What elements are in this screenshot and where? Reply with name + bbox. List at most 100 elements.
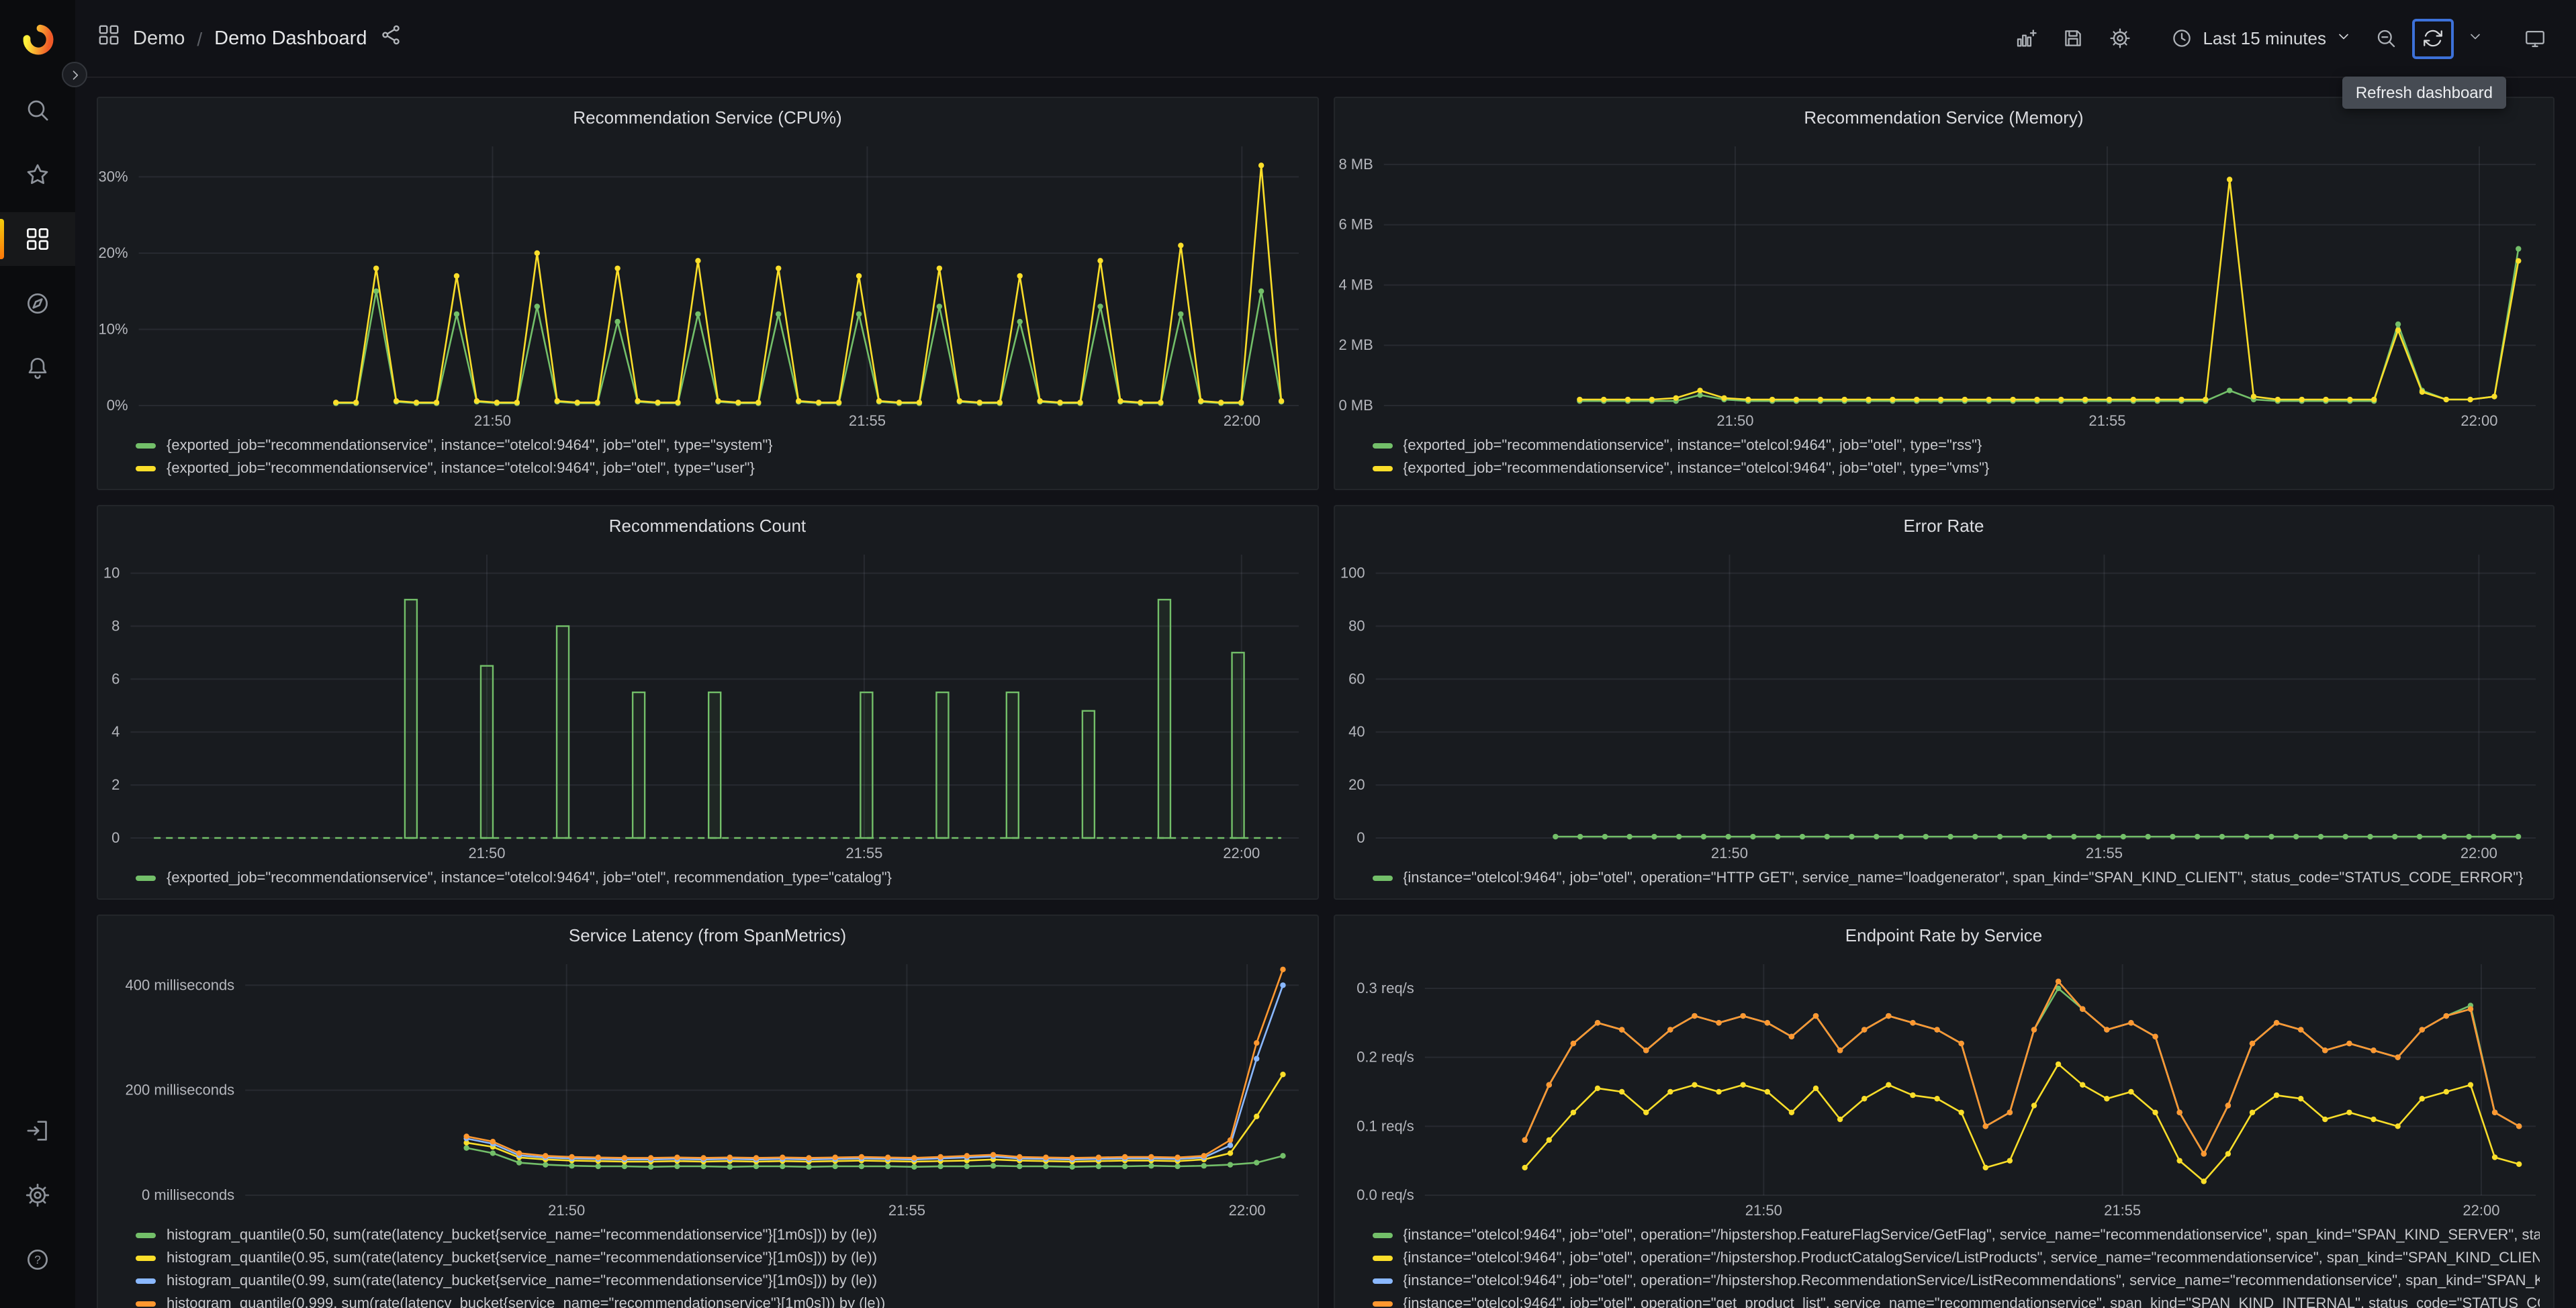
gear-icon xyxy=(2109,28,2130,48)
sidebar-item-search[interactable] xyxy=(0,83,75,137)
legend-item[interactable]: {instance="otelcol:9464", job="otel", op… xyxy=(1372,1292,2540,1308)
legend-label: {instance="otelcol:9464", job="otel", op… xyxy=(1403,1295,2540,1308)
sidebar-item-help[interactable]: ? xyxy=(0,1233,75,1287)
svg-text:?: ? xyxy=(34,1253,41,1266)
chart-error[interactable]: 0 20 40 60 80 100 21:50 21:55 22:00 xyxy=(1334,544,2553,865)
svg-text:21:55: 21:55 xyxy=(2103,1202,2140,1219)
legend-item[interactable]: histogram_quantile(0.50, sum(rate(latenc… xyxy=(136,1223,1303,1246)
legend-item[interactable]: {instance="otelcol:9464", job="otel", op… xyxy=(1372,866,2540,889)
panel-title: Service Latency (from SpanMetrics) xyxy=(568,925,847,945)
sidebar-item-alerting[interactable] xyxy=(0,341,75,395)
legend-swatch xyxy=(1372,1278,1392,1283)
panel-header-endpoint[interactable]: Endpoint Rate by Service xyxy=(1334,916,2553,953)
panel-header-latency[interactable]: Service Latency (from SpanMetrics) xyxy=(98,916,1317,953)
panel-header-error[interactable]: Error Rate xyxy=(1334,506,2553,544)
legend-label: {exported_job="recommendationservice", i… xyxy=(167,460,755,476)
legend-label: {exported_job="recommendationservice", i… xyxy=(1403,437,1982,453)
svg-text:40: 40 xyxy=(1348,723,1364,740)
panel-title: Recommendation Service (Memory) xyxy=(1804,107,2084,127)
active-indicator xyxy=(0,219,4,259)
search-icon xyxy=(28,100,48,121)
legend-label: {instance="otelcol:9464", job="otel", op… xyxy=(1403,1272,2540,1289)
refresh-button[interactable] xyxy=(2412,18,2454,58)
dashboards-icon[interactable] xyxy=(97,23,121,54)
svg-text:8: 8 xyxy=(111,617,120,634)
sidebar-item-sign-in[interactable] xyxy=(0,1104,75,1158)
legend-item[interactable]: {exported_job="recommendationservice", i… xyxy=(1372,434,2540,457)
refresh-interval-dropdown[interactable] xyxy=(2460,18,2490,58)
svg-text:0: 0 xyxy=(1356,829,1364,846)
sign-in-icon xyxy=(27,1121,47,1141)
refresh-icon xyxy=(2424,30,2442,47)
svg-text:2: 2 xyxy=(111,776,120,793)
legend-item[interactable]: {instance="otelcol:9464", job="otel", op… xyxy=(1372,1223,2540,1246)
clock-icon xyxy=(2173,30,2191,47)
legend-item[interactable]: {exported_job="recommendationservice", i… xyxy=(136,434,1303,457)
svg-text:10%: 10% xyxy=(99,320,128,337)
share-dashboard-icon[interactable] xyxy=(379,23,403,54)
panel-header-cpu[interactable]: Recommendation Service (CPU%) xyxy=(98,98,1317,136)
chevron-right-icon xyxy=(72,70,78,79)
legend-item[interactable]: {exported_job="recommendationservice", i… xyxy=(136,866,1303,889)
chart-endpoint[interactable]: 0.0 req/s 0.1 req/s 0.2 req/s 0.3 req/s 21:5… xyxy=(1334,953,2553,1222)
svg-text:21:55: 21:55 xyxy=(849,412,886,429)
chart-count[interactable]: 0 2 4 6 8 10 21:50 21:55 22:00 xyxy=(98,544,1317,865)
svg-text:22:00: 22:00 xyxy=(2460,845,2497,861)
chart-latency[interactable]: 0 milliseconds 200 milliseconds 400 millis… xyxy=(98,953,1317,1222)
sidebar-item-starred[interactable] xyxy=(0,148,75,201)
breadcrumb: Demo / Demo Dashboard xyxy=(97,23,403,54)
gear-icon xyxy=(26,1183,50,1207)
legend-label: {instance="otelcol:9464", job="otel", op… xyxy=(1403,1250,2540,1266)
legend-swatch xyxy=(136,1278,156,1283)
svg-text:2 MB: 2 MB xyxy=(1338,336,1372,353)
svg-text:22:00: 22:00 xyxy=(2462,1202,2499,1219)
legend-item[interactable]: {exported_job="recommendationservice", i… xyxy=(136,457,1303,479)
svg-text:80: 80 xyxy=(1348,617,1364,634)
svg-text:400 milliseconds: 400 milliseconds xyxy=(126,976,235,993)
save-dashboard-button[interactable] xyxy=(2052,18,2092,58)
time-range-picker[interactable]: Last 15 minutes xyxy=(2164,18,2358,58)
legend-swatch xyxy=(136,875,156,880)
svg-text:0 milliseconds: 0 milliseconds xyxy=(142,1186,234,1203)
add-panel-button[interactable] xyxy=(2005,18,2045,58)
top-nav: Demo / Demo Dashboard Last 15 minutes xyxy=(75,0,2576,78)
legend-endpoint: {instance="otelcol:9464", job="otel", op… xyxy=(1334,1222,2553,1308)
sidebar-item-configuration[interactable] xyxy=(0,1168,75,1222)
sidebar-item-explore[interactable] xyxy=(0,277,75,330)
sidebar-expand-button[interactable] xyxy=(62,62,87,87)
panel-title: Endpoint Rate by Service xyxy=(1845,925,2043,945)
legend-item[interactable]: {instance="otelcol:9464", job="otel", op… xyxy=(1372,1269,2540,1292)
legend-item[interactable]: {exported_job="recommendationservice", i… xyxy=(1372,457,2540,479)
legend-label: histogram_quantile(0.999, sum(rate(laten… xyxy=(167,1295,886,1308)
save-icon xyxy=(2064,30,2081,46)
svg-text:21:50: 21:50 xyxy=(1710,845,1747,861)
chevron-down-icon xyxy=(2467,28,2483,48)
chart-cpu[interactable]: 0% 10% 20% 30% 21:50 21:55 22:00 xyxy=(98,136,1317,432)
svg-text:21:50: 21:50 xyxy=(1716,412,1753,429)
panel-header-count[interactable]: Recommendations Count xyxy=(98,506,1317,544)
cycle-view-button[interactable] xyxy=(2514,18,2555,58)
svg-text:20%: 20% xyxy=(99,244,128,261)
chart-memory[interactable]: 0 MB 2 MB 4 MB 6 MB 8 MB 21:50 21:55 22:00 xyxy=(1334,136,2553,432)
panel-title: Recommendations Count xyxy=(608,515,807,535)
svg-text:4 MB: 4 MB xyxy=(1338,276,1372,293)
legend-item[interactable]: {instance="otelcol:9464", job="otel", op… xyxy=(1372,1246,2540,1269)
legend-item[interactable]: histogram_quantile(0.99, sum(rate(latenc… xyxy=(136,1269,1303,1292)
svg-text:10: 10 xyxy=(103,565,120,581)
zoom-out-button[interactable] xyxy=(2365,18,2405,58)
dashboard-settings-button[interactable] xyxy=(2099,18,2140,58)
breadcrumb-section[interactable]: Demo xyxy=(133,28,185,49)
chevron-down-icon xyxy=(2336,28,2352,48)
help-icon: ? xyxy=(28,1250,48,1270)
legend-swatch xyxy=(136,442,156,448)
legend-item[interactable]: histogram_quantile(0.999, sum(rate(laten… xyxy=(136,1292,1303,1308)
legend-cpu: {exported_job="recommendationservice", i… xyxy=(98,432,1317,489)
svg-text:21:55: 21:55 xyxy=(845,845,882,861)
sidebar-item-dashboards[interactable] xyxy=(0,212,75,266)
legend-item[interactable]: histogram_quantile(0.95, sum(rate(latenc… xyxy=(136,1246,1303,1269)
zoom-out-icon xyxy=(2377,30,2395,48)
svg-text:60: 60 xyxy=(1348,670,1364,687)
svg-text:21:50: 21:50 xyxy=(468,845,505,861)
legend-label: histogram_quantile(0.50, sum(rate(latenc… xyxy=(167,1227,878,1243)
svg-text:4: 4 xyxy=(111,723,120,740)
